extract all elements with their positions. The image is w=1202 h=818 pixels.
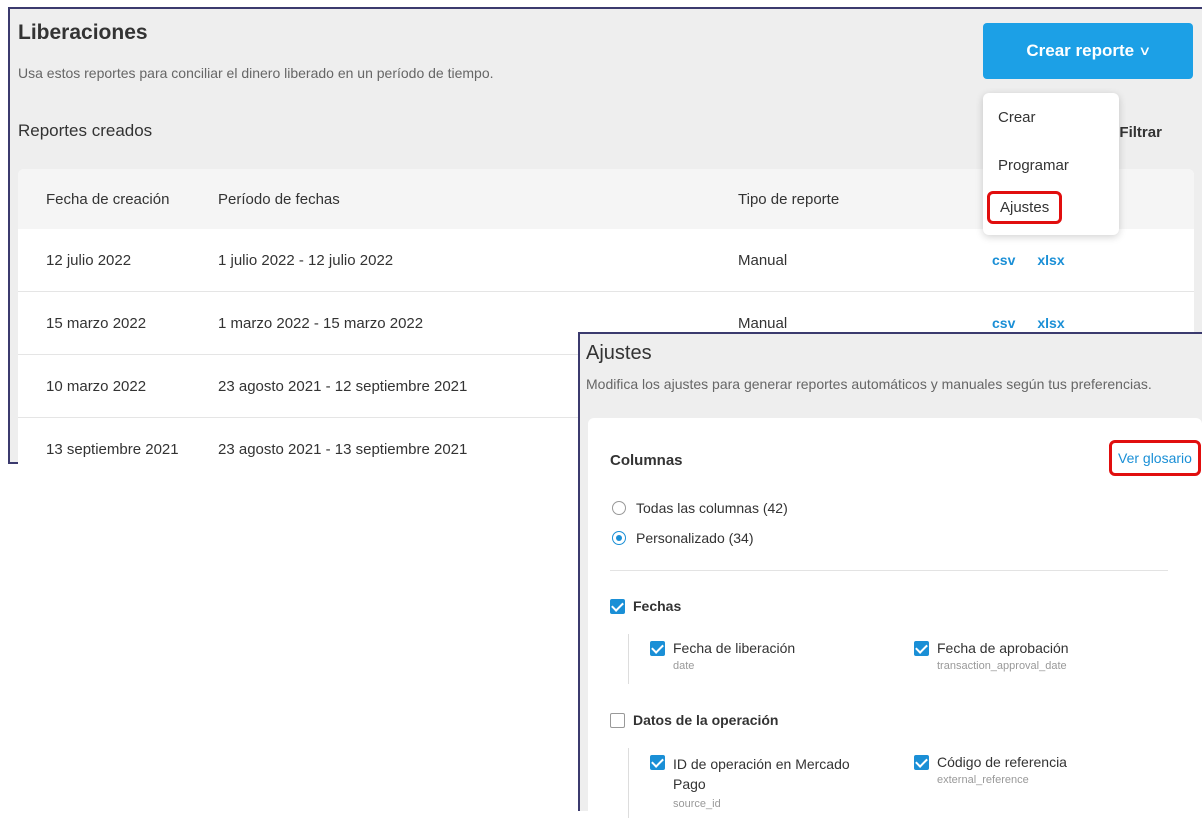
approval-date-label: Fecha de aprobación	[937, 640, 1069, 656]
settings-panel: Ajustes Modifica los ajustes para genera…	[578, 332, 1202, 818]
download-xlsx-link[interactable]: xlsx	[1037, 252, 1064, 268]
group-operation-label: Datos de la operación	[633, 712, 779, 728]
radio-circle-icon	[612, 501, 626, 515]
glossary-link[interactable]: Ver glosario	[1109, 440, 1201, 476]
group-indent-line	[628, 634, 629, 684]
checkbox-release-date[interactable]: Fecha de liberación date	[650, 640, 795, 672]
row-date: 13 septiembre 2021	[46, 440, 179, 458]
download-csv-link[interactable]: csv	[992, 252, 1015, 268]
page-subtitle: Usa estos reportes para conciliar el din…	[18, 65, 494, 81]
operation-id-key: source_id	[673, 798, 721, 810]
checkbox-checked-icon	[914, 641, 929, 656]
create-report-menu: Crear Programar Ajustes	[983, 93, 1119, 235]
row-date: 15 marzo 2022	[46, 314, 147, 332]
menu-item-ajustes[interactable]: Ajustes	[987, 191, 1063, 224]
radio-custom-label: Personalizado (34)	[636, 530, 754, 546]
row-period: 1 julio 2022 - 12 julio 2022	[218, 251, 394, 269]
page-title: Liberaciones	[18, 21, 148, 44]
settings-subtitle: Modifica los ajustes para generar report…	[586, 376, 1152, 392]
create-report-label: Crear reporte	[1026, 41, 1135, 60]
columns-card: Columnas Ver glosario Todas las columnas…	[588, 418, 1202, 818]
menu-item-crear[interactable]: Crear	[998, 109, 1036, 126]
row-type: Manual	[738, 251, 788, 269]
row-period: 1 marzo 2022 - 15 marzo 2022	[218, 314, 424, 332]
release-date-key: date	[673, 660, 695, 672]
checkbox-unchecked-icon	[610, 713, 625, 728]
radio-all-label: Todas las columnas (42)	[636, 500, 788, 516]
checkbox-operation-id[interactable]: ID de operación en Mercado Pago source_i…	[650, 754, 870, 814]
row-date: 12 julio 2022	[46, 251, 132, 269]
row-type: Manual	[738, 314, 788, 332]
filter-label: Filtrar	[1119, 124, 1162, 141]
table-row: 12 julio 2022 1 julio 2022 - 12 julio 20…	[18, 229, 1194, 292]
checkbox-approval-date[interactable]: Fecha de aprobación transaction_approval…	[914, 640, 1069, 672]
chevron-down-icon: ∨	[1138, 43, 1152, 58]
column-header-period: Período de fechas	[218, 190, 340, 208]
checkbox-checked-icon	[650, 641, 665, 656]
reference-key: external_reference	[937, 774, 1029, 786]
divider	[610, 570, 1168, 571]
checkbox-group-operation[interactable]: Datos de la operación	[610, 712, 778, 728]
radio-selected-icon	[612, 531, 626, 545]
approval-date-key: transaction_approval_date	[937, 660, 1067, 672]
reports-section-title: Reportes creados	[18, 121, 153, 140]
radio-all-columns[interactable]: Todas las columnas (42)	[612, 500, 788, 516]
columns-title: Columnas	[610, 452, 683, 469]
create-report-button[interactable]: Crear reporte ∨	[983, 23, 1193, 79]
radio-custom-columns[interactable]: Personalizado (34)	[612, 530, 754, 546]
checkbox-checked-icon	[610, 599, 625, 614]
column-header-date: Fecha de creación	[46, 190, 170, 208]
download-xlsx-link[interactable]: xlsx	[1037, 315, 1064, 331]
row-downloads: csv xlsx	[988, 252, 1065, 268]
settings-title: Ajustes	[586, 342, 652, 364]
release-date-label: Fecha de liberación	[673, 640, 796, 656]
row-downloads: csv xlsx	[988, 315, 1065, 331]
checkbox-checked-icon	[914, 755, 929, 770]
checkbox-reference-code[interactable]: Código de referencia external_reference	[914, 754, 1067, 786]
menu-item-programar[interactable]: Programar	[998, 157, 1069, 174]
checkbox-checked-icon	[650, 755, 665, 770]
operation-id-label: ID de operación en Mercado Pago	[673, 756, 850, 792]
group-indent-line	[628, 748, 629, 818]
download-csv-link[interactable]: csv	[992, 315, 1015, 331]
reference-label: Código de referencia	[937, 754, 1067, 770]
column-header-type: Tipo de reporte	[738, 190, 840, 208]
checkbox-group-dates[interactable]: Fechas	[610, 598, 681, 614]
row-date: 10 marzo 2022	[46, 377, 147, 395]
group-dates-label: Fechas	[633, 598, 682, 614]
